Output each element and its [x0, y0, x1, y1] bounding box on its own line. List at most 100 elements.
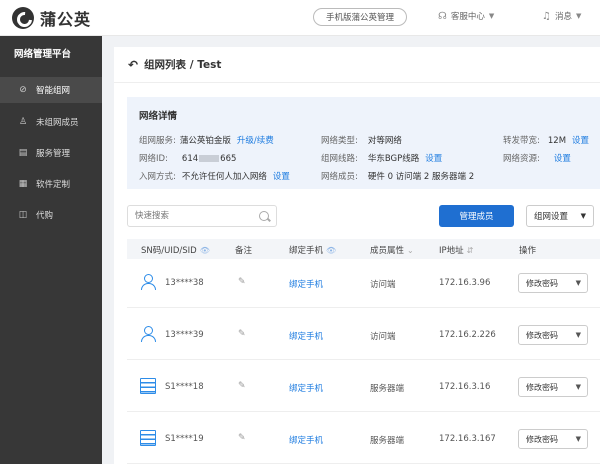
- route-settings-link[interactable]: 设置: [425, 154, 442, 164]
- breadcrumb: ↶ 组网列表 / Test: [114, 47, 600, 83]
- sort-icon[interactable]: ⇵: [467, 246, 474, 255]
- bind-phone-link[interactable]: 绑定手机: [289, 330, 323, 342]
- filter-icon[interactable]: ⌄: [407, 246, 414, 255]
- eye-icon[interactable]: 👁: [200, 246, 210, 255]
- service-label: 组网服务:: [139, 136, 176, 146]
- action-label: 修改密码: [526, 382, 558, 392]
- edit-note-icon[interactable]: ✎: [238, 277, 246, 287]
- search-icon[interactable]: [259, 211, 269, 221]
- table-row: S1****18 ✎ 绑定手机 服务器端 172.16.3.16 修改密码 ▼: [127, 364, 600, 412]
- resource-row: 网络资源: 设置: [503, 152, 571, 164]
- member-id: 13****39: [165, 330, 204, 340]
- chevron-down-icon: ▼: [488, 12, 495, 20]
- mobile-version-button[interactable]: 手机版蒲公英管理: [313, 8, 407, 26]
- service-center-label: 客服中心: [450, 12, 485, 22]
- sidebar-item-purchase[interactable]: ◫ 代购: [0, 202, 102, 228]
- route-value: 华东BGP线路: [367, 154, 420, 164]
- column-header-phone: 绑定手机 👁: [289, 244, 336, 256]
- network-icon: ⊘: [19, 85, 27, 95]
- bandwidth-row: 转发带宽: 12M 设置: [503, 134, 589, 146]
- table-row: S1****19 ✎ 绑定手机 服务器端 172.16.3.167 修改密码 ▼: [127, 416, 600, 464]
- logo-icon: [12, 7, 34, 29]
- sidebar-item-label: 未组网成员: [36, 118, 79, 128]
- sidebar-item-service-management[interactable]: ▤ 服务管理: [0, 140, 102, 166]
- sidebar-item-label: 智能组网: [36, 86, 71, 96]
- sidebar-item-software-custom[interactable]: ▦ 软件定制: [0, 171, 102, 197]
- chevron-down-icon: ▼: [575, 12, 582, 20]
- chevron-down-icon: ▼: [575, 435, 581, 443]
- member-role: 访问端: [370, 332, 396, 342]
- user-icon: [140, 326, 156, 342]
- messages-menu[interactable]: ♫ 消息 ▼: [542, 10, 582, 23]
- network-settings-dropdown[interactable]: 组网设置 ▼: [526, 205, 594, 227]
- service-center-menu[interactable]: ☊ 客服中心 ▼: [438, 10, 495, 23]
- bandwidth-label: 转发带宽:: [503, 136, 540, 146]
- logo[interactable]: 蒲公英: [12, 6, 91, 30]
- member-role: 访问端: [370, 280, 396, 290]
- id-row: 网络ID: 614 665: [139, 152, 236, 164]
- member-ip: 172.16.3.167: [439, 434, 496, 444]
- member-role: 服务器端: [370, 436, 405, 446]
- server-icon: [140, 430, 156, 446]
- edit-note-icon[interactable]: ✎: [238, 433, 246, 443]
- edit-note-icon[interactable]: ✎: [238, 381, 246, 391]
- change-password-dropdown[interactable]: 修改密码 ▼: [518, 273, 588, 293]
- sidebar-item-smart-network[interactable]: ⊘ 智能组网: [0, 77, 102, 103]
- bind-phone-link[interactable]: 绑定手机: [289, 434, 323, 446]
- column-header-note: 备注: [235, 246, 253, 256]
- messages-label: 消息: [554, 12, 572, 22]
- bandwidth-settings-link[interactable]: 设置: [572, 136, 589, 146]
- headset-icon: ☊: [438, 10, 447, 22]
- member-ip: 172.16.3.96: [439, 278, 491, 288]
- bookmark-icon: ◫: [18, 210, 28, 220]
- column-header-action: 操作: [519, 246, 537, 256]
- action-label: 修改密码: [526, 330, 558, 340]
- join-label: 入网方式:: [139, 172, 176, 182]
- user-icon: ♙: [18, 117, 28, 127]
- sidebar-item-label: 软件定制: [36, 180, 71, 190]
- table-header: SN码/UID/SID 👁 备注 绑定手机 👁 成员属性 ⌄ IP地址 ⇵ 操作: [127, 239, 600, 259]
- back-arrow-icon[interactable]: ↶: [128, 58, 138, 72]
- id-value-prefix: 614: [181, 154, 199, 164]
- member-role: 服务器端: [370, 384, 405, 394]
- table-row: 13****38 ✎ 绑定手机 访问端 172.16.3.96 修改密码 ▼: [127, 260, 600, 308]
- bind-phone-link[interactable]: 绑定手机: [289, 278, 323, 290]
- eye-icon[interactable]: 👁: [326, 246, 336, 255]
- chevron-down-icon: ▼: [580, 212, 586, 220]
- chevron-down-icon: ▼: [575, 331, 581, 339]
- change-password-dropdown[interactable]: 修改密码 ▼: [518, 377, 588, 397]
- upgrade-link[interactable]: 升级/续费: [237, 136, 274, 146]
- service-value: 蒲公英铂金版: [179, 136, 231, 146]
- sidebar: 网络管理平台 ⊘ 智能组网 ♙ 未组网成员 ▤ 服务管理 ▦ 软件定制 ◫ 代购: [0, 36, 102, 464]
- network-settings-label: 组网设置: [534, 212, 569, 222]
- sidebar-title: 网络管理平台: [14, 49, 72, 60]
- bind-phone-link[interactable]: 绑定手机: [289, 382, 323, 394]
- edit-note-icon[interactable]: ✎: [238, 329, 246, 339]
- column-header-ip: IP地址 ⇵: [439, 244, 473, 256]
- grid-icon: ▦: [18, 179, 28, 189]
- members-row: 网络成员: 硬件 0 访问端 2 服务器端 2: [321, 170, 474, 182]
- chevron-down-icon: ▼: [575, 279, 581, 287]
- manage-members-button[interactable]: 管理成员: [439, 205, 514, 227]
- change-password-dropdown[interactable]: 修改密码 ▼: [518, 325, 588, 345]
- resource-settings-link[interactable]: 设置: [554, 154, 571, 164]
- id-label: 网络ID:: [139, 154, 168, 164]
- sidebar-item-unjoined-members[interactable]: ♙ 未组网成员: [0, 109, 102, 135]
- search-input[interactable]: [127, 205, 277, 227]
- redacted-block: [199, 155, 220, 162]
- page-title: 组网列表 / Test: [144, 59, 222, 71]
- join-settings-link[interactable]: 设置: [273, 172, 290, 182]
- bandwidth-value: 12M: [547, 136, 567, 146]
- chevron-down-icon: ▼: [575, 383, 581, 391]
- sidebar-item-label: 代购: [36, 211, 54, 221]
- members-label: 网络成员:: [321, 172, 358, 182]
- doc-icon: ▤: [18, 148, 28, 158]
- type-value: 对等网络: [367, 136, 402, 146]
- service-row: 组网服务: 蒲公英铂金版 升级/续费: [139, 134, 274, 146]
- member-id: S1****18: [165, 382, 204, 392]
- column-header-label: 成员属性: [370, 246, 405, 256]
- change-password-dropdown[interactable]: 修改密码 ▼: [518, 429, 588, 449]
- action-label: 修改密码: [526, 278, 558, 288]
- member-id: 13****38: [165, 278, 204, 288]
- type-row: 网络类型: 对等网络: [321, 134, 402, 146]
